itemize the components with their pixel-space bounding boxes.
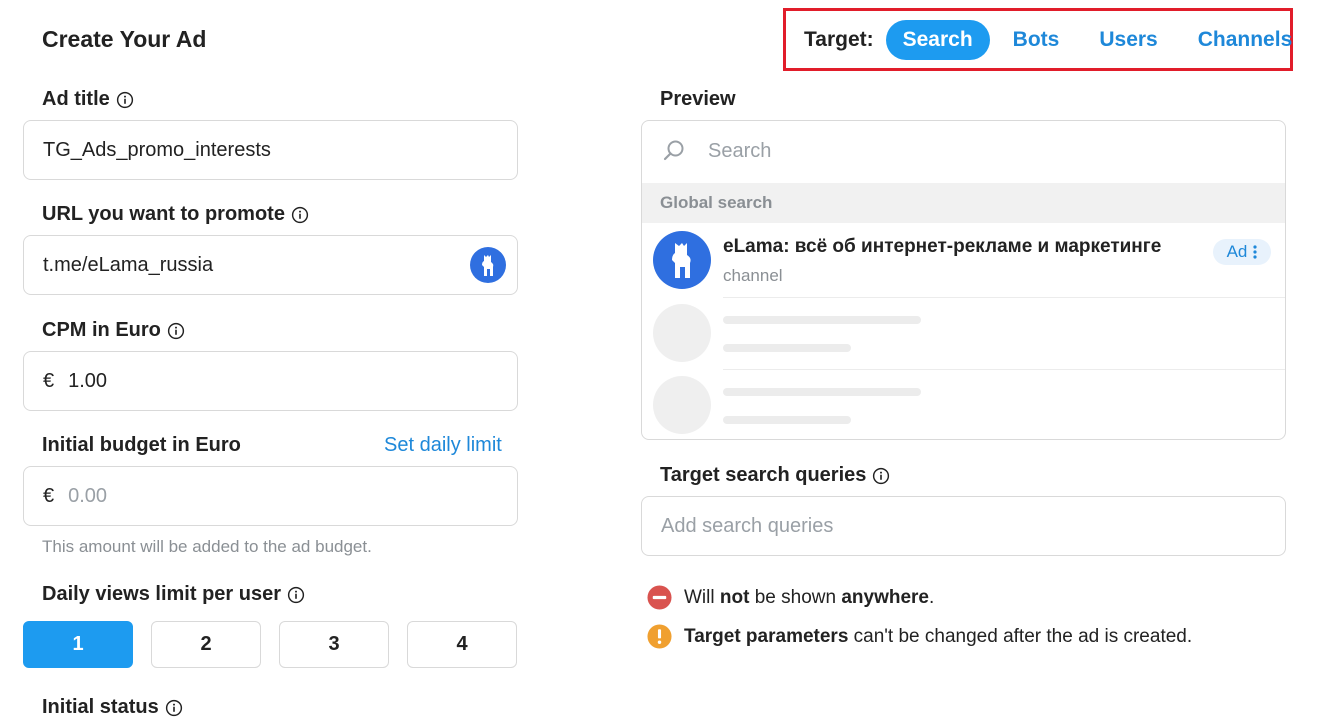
warning-icon xyxy=(647,624,672,649)
tab-users[interactable]: Users xyxy=(1082,20,1174,60)
cpm-input[interactable]: € 1.00 xyxy=(23,351,518,411)
error-icon xyxy=(647,585,672,610)
euro-sign: € xyxy=(43,484,55,507)
views-option-2[interactable]: 2 xyxy=(151,621,261,668)
notice-text: Will not be shown anywhere. xyxy=(684,587,934,609)
budget-hint: This amount will be added to the ad budg… xyxy=(42,537,372,556)
section-header: Global search xyxy=(642,183,1285,223)
ad-title-label-text: Ad title xyxy=(42,88,110,110)
notice-bold: anywhere xyxy=(841,586,929,608)
skeleton-avatar xyxy=(653,376,711,434)
info-icon[interactable] xyxy=(116,91,134,109)
budget-placeholder: 0.00 xyxy=(68,484,108,507)
ad-badge[interactable]: Ad xyxy=(1213,239,1271,265)
notice-post: can't be changed after the ad is created… xyxy=(848,625,1193,647)
info-icon[interactable] xyxy=(167,322,185,340)
preview-search-bar: Search xyxy=(662,139,771,163)
notice-text: Target parameters can't be changed after… xyxy=(684,626,1192,648)
queries-label-text: Target search queries xyxy=(660,464,867,486)
result-subtitle: channel xyxy=(723,266,783,285)
preview-label: Preview xyxy=(660,88,736,111)
queries-label: Target search queries xyxy=(660,464,890,487)
skeleton-line xyxy=(723,388,921,396)
set-daily-limit-link[interactable]: Set daily limit xyxy=(384,434,502,457)
page-title: Create Your Ad xyxy=(42,26,207,52)
avatar xyxy=(653,231,711,289)
ad-title-input[interactable]: TG_Ads_promo_interests xyxy=(23,120,518,180)
views-option-4[interactable]: 4 xyxy=(407,621,517,668)
preview-panel: Search Global search eLama: всё об интер… xyxy=(641,120,1286,440)
tab-channels[interactable]: Channels xyxy=(1181,20,1310,60)
budget-input[interactable]: € 0.00 xyxy=(23,466,518,526)
info-icon[interactable] xyxy=(291,206,309,224)
preview-label-text: Preview xyxy=(660,88,736,110)
cpm-label-text: CPM in Euro xyxy=(42,319,161,341)
views-option-1[interactable]: 1 xyxy=(23,621,133,668)
daily-views-label-text: Daily views limit per user xyxy=(42,583,281,605)
skeleton-line xyxy=(723,344,851,352)
info-icon[interactable] xyxy=(287,586,305,604)
search-queries-input[interactable]: Add search queries xyxy=(641,496,1286,556)
search-icon xyxy=(663,140,684,161)
notice-pre: Will xyxy=(684,586,720,608)
skeleton-avatar xyxy=(653,304,711,362)
row-divider xyxy=(723,369,1285,370)
tab-search[interactable]: Search xyxy=(885,19,990,60)
initial-status-label: Initial status xyxy=(42,696,183,719)
cpm-value: 1.00 xyxy=(68,369,108,392)
notice-bold: not xyxy=(719,586,750,608)
result-title: eLama: всё об интернет-рекламе и маркети… xyxy=(723,236,1162,257)
notice-bold: Target parameters xyxy=(684,625,849,647)
ad-title-label: Ad title xyxy=(42,88,134,111)
url-label: URL you want to promote xyxy=(42,203,309,226)
target-tabs: Target: Search Bots Users Channels xyxy=(783,8,1293,71)
euro-sign: € xyxy=(43,369,55,392)
views-option-3[interactable]: 3 xyxy=(279,621,389,668)
target-label: Target: xyxy=(804,27,874,51)
preview-search-placeholder: Search xyxy=(708,139,772,162)
url-label-text: URL you want to promote xyxy=(42,203,285,225)
info-icon[interactable] xyxy=(872,467,890,485)
ad-badge-text: Ad xyxy=(1226,242,1248,261)
notice-not-shown: Will not be shown anywhere. xyxy=(647,585,934,610)
search-queries-placeholder: Add search queries xyxy=(661,514,834,537)
skeleton-line xyxy=(723,316,921,324)
elama-logo-icon xyxy=(470,247,506,283)
elama-logo-icon xyxy=(653,231,711,289)
more-vertical-icon xyxy=(1253,245,1257,259)
section-header-text: Global search xyxy=(660,193,773,212)
url-value: t.me/eLama_russia xyxy=(43,253,214,276)
daily-views-label: Daily views limit per user xyxy=(42,583,305,606)
row-divider xyxy=(723,297,1285,298)
ad-title-value: TG_Ads_promo_interests xyxy=(43,138,271,161)
notice-target-locked: Target parameters can't be changed after… xyxy=(647,624,1192,649)
budget-label: Initial budget in Euro xyxy=(42,434,241,457)
info-icon[interactable] xyxy=(165,699,183,717)
url-input[interactable]: t.me/eLama_russia xyxy=(23,235,518,295)
notice-post: . xyxy=(929,586,935,608)
tab-bots[interactable]: Bots xyxy=(996,20,1077,60)
notice-mid: be shown xyxy=(749,586,842,608)
budget-label-text: Initial budget in Euro xyxy=(42,434,241,456)
cpm-label: CPM in Euro xyxy=(42,319,185,342)
initial-status-label-text: Initial status xyxy=(42,696,159,718)
skeleton-line xyxy=(723,416,851,424)
